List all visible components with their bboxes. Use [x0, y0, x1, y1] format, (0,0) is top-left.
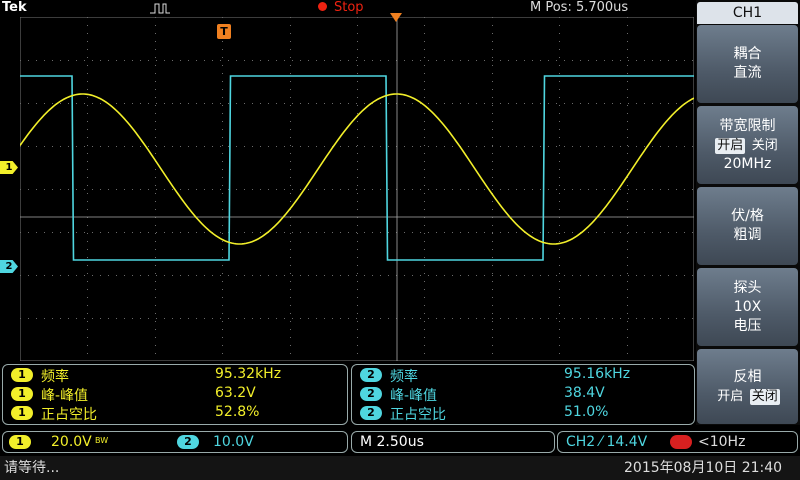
volts-div-button[interactable]: 伏/格 粗调: [697, 187, 798, 265]
measurement-value: 95.32kHz: [215, 366, 282, 382]
date-time: 2015年08月10日 21:40: [624, 460, 783, 476]
brand-logo: Tek: [2, 0, 27, 15]
timebase-value: M 2.50us: [360, 434, 424, 450]
measurement-row: 2 正占空比 51.0%: [356, 404, 690, 423]
measurement-row: 1 频率 95.32kHz: [7, 366, 343, 385]
top-status-bar: Tek Stop M Pos: 5.700us: [0, 0, 695, 17]
measurement-row: 1 正占空比 52.8%: [7, 404, 343, 423]
ch2-ground-marker[interactable]: 2: [0, 260, 18, 273]
measurement-row: 1 峰-峰值 63.2V: [7, 385, 343, 404]
timebase-readout: M 2.50us: [351, 431, 555, 453]
measurement-value: 38.4V: [564, 385, 605, 401]
trigger-position-icon: [390, 13, 402, 22]
measurement-value: 95.16kHz: [564, 366, 631, 382]
measurement-label: 峰-峰值: [41, 388, 89, 404]
menu-title: CH1: [697, 2, 798, 24]
status-message: 请等待...: [4, 460, 60, 476]
horizontal-position: M Pos: 5.700us: [530, 0, 629, 15]
ch1-volts-div: 20.0V: [51, 434, 92, 450]
measurement-value: 51.0%: [564, 404, 609, 420]
probe-button[interactable]: 探头 10X 电压: [697, 268, 798, 346]
coupling-button[interactable]: 耦合 直流: [697, 25, 798, 103]
probe-attenuation: 10X: [733, 298, 762, 315]
ch1-measurements-panel: 1 频率 95.32kHz 1 峰-峰值 63.2V 1 正占空比 52.8%: [2, 364, 348, 425]
stop-indicator-icon: [318, 2, 327, 11]
bandwidth-value: 20MHz: [723, 155, 772, 172]
measurement-row: 2 频率 95.16kHz: [356, 366, 690, 385]
bandwidth-off-option[interactable]: 关闭: [750, 138, 780, 154]
ch2-badge: 2: [360, 387, 382, 401]
measurement-label: 正占空比: [390, 407, 446, 423]
bottom-status-bar: 请等待... 2015年08月10日 21:40: [0, 456, 800, 480]
bandwidth-limit-label: 带宽限制: [719, 117, 776, 134]
measurement-label: 峰-峰值: [390, 388, 438, 404]
ch2-badge: 2: [360, 406, 382, 420]
trigger-setting: CH2 ⁄ 14.4V: [566, 434, 648, 450]
trigger-frequency: <10Hz: [698, 434, 746, 450]
measurement-label: 频率: [41, 369, 69, 385]
invert-label: 反相: [733, 368, 762, 385]
ch1-ground-marker[interactable]: 1: [0, 161, 18, 174]
measurement-value: 52.8%: [215, 404, 260, 420]
watermark-logo: [670, 435, 692, 449]
ch1-bandwidth-limit-flag: BW: [95, 436, 109, 445]
volts-div-label: 伏/格: [731, 208, 764, 224]
ch1-scale-badge: 1: [9, 435, 31, 449]
run-state: Stop: [334, 0, 364, 15]
ch2-badge: 2: [360, 368, 382, 382]
measurement-label: 正占空比: [41, 407, 97, 423]
measurement-label: 频率: [390, 369, 418, 385]
ch2-measurements-panel: 2 频率 95.16kHz 2 峰-峰值 38.4V 2 正占空比 51.0%: [351, 364, 695, 425]
ch1-badge: 1: [11, 406, 33, 420]
coupling-value: 直流: [733, 65, 762, 81]
acquisition-icon: [150, 3, 170, 14]
invert-on-option[interactable]: 开启: [715, 389, 745, 405]
trigger-level-icon: T: [217, 24, 231, 39]
bandwidth-limit-button[interactable]: 带宽限制 开启 关闭 20MHz: [697, 106, 798, 184]
invert-off-option[interactable]: 关闭: [749, 388, 780, 405]
ch2-scale-badge: 2: [177, 435, 199, 449]
measurement-value: 63.2V: [215, 385, 256, 401]
bandwidth-on-option[interactable]: 开启: [715, 137, 746, 154]
coupling-label: 耦合: [733, 46, 762, 62]
waveform-display: [20, 17, 694, 361]
ch1-badge: 1: [11, 368, 33, 382]
probe-type: 电压: [733, 317, 762, 334]
trigger-readout: CH2 ⁄ 14.4V <10Hz: [557, 431, 798, 453]
volts-div-value: 粗调: [733, 227, 762, 243]
vertical-scale-readout: 1 20.0V BW 2 10.0V: [2, 431, 348, 453]
probe-label: 探头: [733, 279, 762, 296]
measurement-row: 2 峰-峰值 38.4V: [356, 385, 690, 404]
ch2-volts-div: 10.0V: [213, 434, 254, 450]
invert-button[interactable]: 反相 开启 关闭: [697, 349, 798, 424]
ch1-badge: 1: [11, 387, 33, 401]
